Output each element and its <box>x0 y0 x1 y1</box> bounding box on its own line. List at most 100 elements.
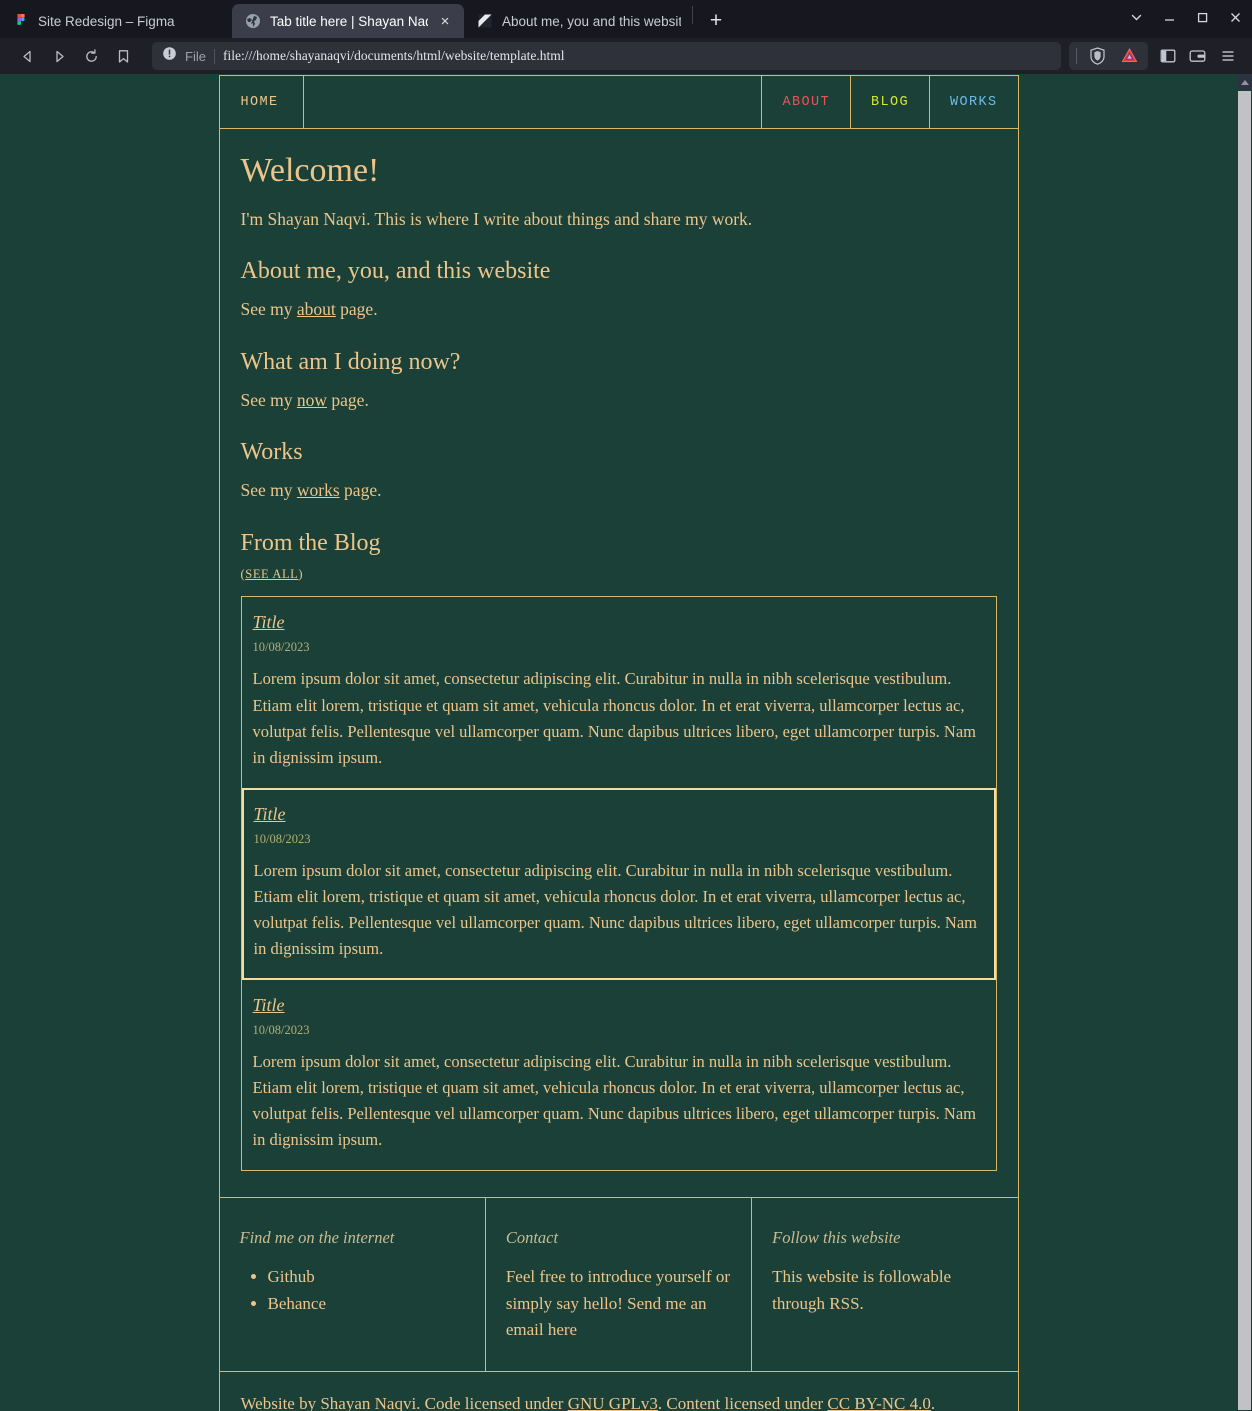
paren-close: ) <box>298 567 304 582</box>
see-all-link[interactable]: SEE ALL <box>245 567 298 581</box>
browser-tab-active[interactable]: Tab title here | Shayan Naqvi × <box>232 4 464 38</box>
tab-search-icon[interactable] <box>1120 0 1153 34</box>
section-text-now: See my now page. <box>241 389 997 413</box>
browser-tab-figma[interactable]: Site Redesign – Figma <box>0 4 232 38</box>
copyright-part-1: Website by Shayan Naqvi. Code licensed u… <box>240 1394 568 1411</box>
copyright-part-2: . Content licensed under <box>657 1394 828 1411</box>
blog-post-date: 10/08/2023 <box>252 640 310 655</box>
browser-window: Site Redesign – Figma Tab title here | S… <box>0 0 1252 1411</box>
tab-title: About me, you and this website <box>502 13 681 29</box>
scroll-up-arrow[interactable] <box>1237 74 1252 90</box>
footer-column-social: Find me on the internet Github Behance <box>220 1198 486 1372</box>
close-tab-icon[interactable]: × <box>437 13 453 29</box>
nav-item-works[interactable]: WORKS <box>930 76 1018 128</box>
text-after: page. <box>335 299 378 320</box>
toolbar-right-actions <box>1069 42 1242 70</box>
browser-tab-about[interactable]: About me, you and this website <box>464 4 692 38</box>
maximize-button[interactable] <box>1186 0 1219 34</box>
forward-arrow-icon[interactable] <box>44 42 74 70</box>
link-now-page[interactable]: now <box>297 390 327 410</box>
address-bar[interactable]: File file:///home/shayanaqvi/documents/h… <box>152 42 1061 70</box>
url-text[interactable]: file:///home/shayanaqvi/documents/html/w… <box>223 48 565 64</box>
reload-icon[interactable] <box>76 42 106 70</box>
main-content: Welcome! I'm Shayan Naqvi. This is where… <box>218 128 1019 1199</box>
blog-post-card[interactable]: Title 10/08/2023 Lorem ipsum dolor sit a… <box>242 980 996 1170</box>
footer-column-follow: Follow this website This website is foll… <box>752 1198 1017 1371</box>
blog-post-card[interactable]: Title 10/08/2023 Lorem ipsum dolor sit a… <box>241 787 996 980</box>
list-item[interactable]: Github <box>268 1264 465 1290</box>
figma-icon <box>13 13 29 29</box>
nav-spacer <box>304 76 763 128</box>
tab-title: Tab title here | Shayan Naqvi <box>270 13 428 29</box>
tab-strip: Site Redesign – Figma Tab title here | S… <box>0 0 1252 38</box>
text-after: page. <box>339 480 382 501</box>
scrollbar-thumb[interactable] <box>1238 91 1251 1410</box>
tab-title: Site Redesign – Figma <box>38 13 175 29</box>
section-text-works: See my works page. <box>241 479 997 503</box>
nav-item-blog[interactable]: BLOG <box>851 76 930 128</box>
sidebar-panel-icon[interactable] <box>1153 42 1182 70</box>
footer-contact-text: Feel free to introduce yourself or simpl… <box>505 1267 731 1339</box>
brave-wallet-icon[interactable] <box>1183 42 1212 70</box>
footer-heading: Contact <box>505 1228 559 1248</box>
globe-icon <box>245 13 261 29</box>
back-arrow-icon[interactable] <box>12 42 42 70</box>
link-works-page[interactable]: works <box>297 480 340 500</box>
website-root: HOME ABOUT BLOG WORKS Welcome! I'm Shaya… <box>218 74 1019 1411</box>
footer-heading: Find me on the internet <box>239 1228 395 1248</box>
license-link-gpl[interactable]: GNU GPLv3 <box>568 1394 658 1411</box>
blog-post-date: 10/08/2023 <box>253 831 311 846</box>
social-link-github[interactable]: Github <box>268 1267 315 1286</box>
brave-shields-icon[interactable] <box>1083 42 1112 70</box>
intro-text: I'm Shayan Naqvi. This is where I write … <box>240 208 753 229</box>
page-icon <box>477 13 493 29</box>
blog-post-date: 10/08/2023 <box>252 1022 310 1037</box>
copyright-part-3: . <box>930 1394 936 1411</box>
nav-item-home[interactable]: HOME <box>220 76 304 128</box>
text-before: See my <box>240 299 297 320</box>
link-about-page[interactable]: about <box>297 299 336 319</box>
blog-post-excerpt: Lorem ipsum dolor sit amet, consectetur … <box>253 860 978 958</box>
page-scrollbar[interactable] <box>1237 74 1252 1411</box>
footer-follow-text: This website is followable through RSS. <box>772 1267 952 1313</box>
site-footer-columns: Find me on the internet Github Behance C… <box>218 1198 1019 1373</box>
license-link-cc[interactable]: CC BY-NC 4.0 <box>827 1394 930 1411</box>
text-before: See my <box>240 389 297 410</box>
window-controls <box>1120 0 1252 34</box>
minimize-button[interactable] <box>1153 0 1186 34</box>
footer-heading: Follow this website <box>772 1228 901 1248</box>
footer-column-contact: Contact Feel free to introduce yourself … <box>486 1198 753 1372</box>
blog-post-excerpt: Lorem ipsum dolor sit amet, consectetur … <box>252 669 977 767</box>
see-all-link-wrapper: (SEE ALL) <box>241 567 997 582</box>
url-divider <box>213 48 215 64</box>
toolbar-divider <box>1076 48 1077 64</box>
blog-post-list: Title 10/08/2023 Lorem ipsum dolor sit a… <box>240 596 997 1172</box>
section-heading-about: About me, you, and this website <box>240 258 551 285</box>
site-navigation: HOME ABOUT BLOG WORKS <box>218 75 1019 128</box>
footer-copyright: Website by Shayan Naqvi. Code licensed u… <box>218 1372 1019 1411</box>
hamburger-menu-icon[interactable] <box>1213 42 1242 70</box>
shield-actions-group <box>1069 42 1148 70</box>
page-viewport: HOME ABOUT BLOG WORKS Welcome! I'm Shaya… <box>0 74 1252 1411</box>
browser-toolbar: File file:///home/shayanaqvi/documents/h… <box>0 38 1252 74</box>
bookmark-icon[interactable] <box>108 42 138 70</box>
social-link-behance[interactable]: Behance <box>268 1294 327 1313</box>
text-before: See my <box>240 480 297 501</box>
page-title: Welcome! <box>240 152 380 189</box>
nav-item-about[interactable]: ABOUT <box>762 76 851 128</box>
blog-post-title[interactable]: Title <box>253 995 285 1016</box>
social-link-list: Github Behance <box>268 1264 465 1317</box>
blog-post-card[interactable]: Title 10/08/2023 Lorem ipsum dolor sit a… <box>242 597 996 787</box>
blog-post-title[interactable]: Title <box>254 804 286 825</box>
section-heading-now: What am I doing now? <box>240 348 461 375</box>
section-heading-blog: From the Blog <box>240 529 381 556</box>
section-heading-works: Works <box>240 439 303 466</box>
blog-post-excerpt: Lorem ipsum dolor sit amet, consectetur … <box>252 1051 977 1150</box>
close-window-button[interactable] <box>1219 0 1252 34</box>
new-tab-button[interactable]: + <box>701 5 731 35</box>
info-circle-icon[interactable] <box>162 46 177 66</box>
list-item[interactable]: Behance <box>268 1291 465 1317</box>
blog-post-title[interactable]: Title <box>253 612 285 633</box>
brave-leo-icon[interactable] <box>1115 42 1144 70</box>
text-after: page. <box>327 389 369 410</box>
